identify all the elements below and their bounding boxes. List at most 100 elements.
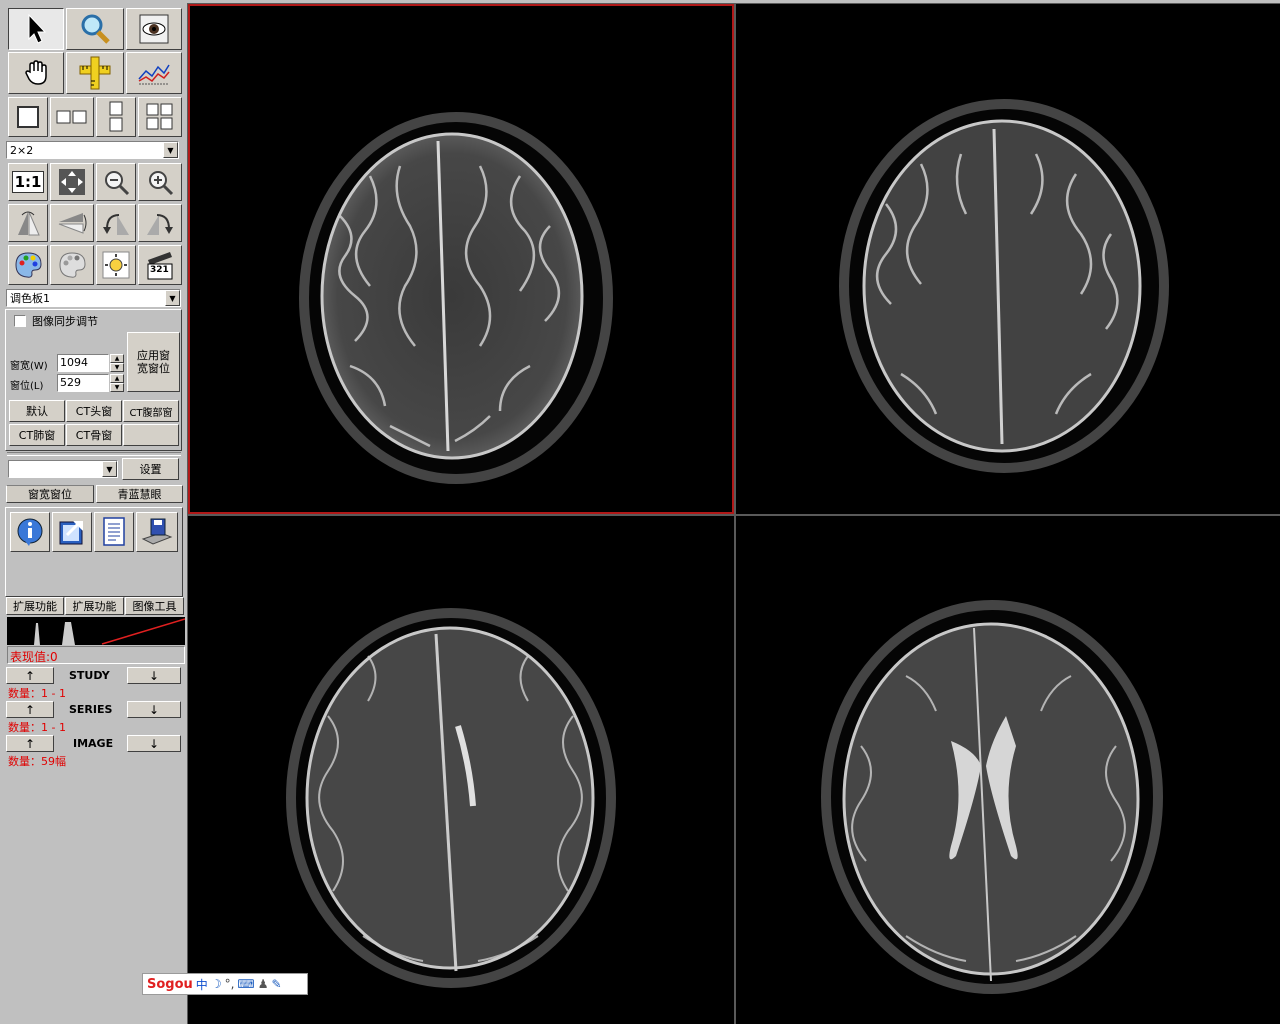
zoom-out-button[interactable] — [96, 163, 136, 201]
brightness-icon — [102, 251, 130, 279]
pan-tool-button[interactable] — [8, 52, 64, 94]
viewport-1[interactable] — [188, 4, 734, 514]
mri-slice-2 — [839, 99, 1169, 473]
mri-slice-4 — [821, 600, 1163, 994]
cine-play-button[interactable]: 321 — [138, 245, 182, 285]
zoom-out-icon — [105, 171, 130, 196]
user-icon[interactable]: ♟ — [258, 977, 269, 991]
wrench-icon[interactable]: ✎ — [272, 977, 282, 991]
palette-select-value: 调色板1 — [10, 292, 50, 305]
layout-select[interactable]: 2×2 ▼ — [6, 141, 179, 159]
document-icon — [103, 517, 125, 546]
ruler-tool-button[interactable] — [66, 52, 124, 94]
preset-ct-bone-button[interactable]: CT骨窗 — [66, 424, 122, 446]
flip-horizontal-icon — [18, 211, 40, 236]
palette-select[interactable]: 调色板1 ▼ — [6, 289, 181, 307]
study-prev-button[interactable]: ↑ — [6, 667, 54, 684]
series-prev-button[interactable]: ↑ — [6, 701, 54, 718]
tab-cyan-eye[interactable]: 青蓝慧眼 — [96, 485, 183, 503]
ime-mode[interactable]: 中 — [196, 976, 208, 993]
info-button[interactable] — [10, 512, 50, 552]
eye-tool-button[interactable] — [126, 8, 182, 50]
magnifier-tool-button[interactable] — [66, 8, 124, 50]
window-width-label: 窗宽(W) — [10, 361, 48, 372]
chevron-down-icon[interactable]: ▼ — [163, 142, 178, 158]
moon-icon[interactable]: ☽ — [211, 977, 222, 991]
export-button[interactable] — [52, 512, 92, 552]
image-viewer — [187, 3, 1280, 1024]
actual-size-button[interactable]: 1:1 — [8, 163, 48, 201]
gray-palette-button[interactable] — [50, 245, 94, 285]
layout-2x2-button[interactable] — [138, 97, 182, 137]
apply-window-level-button[interactable]: 应用窗 宽窗位 — [127, 332, 180, 392]
ime-toolbar[interactable]: Sogou 中 ☽ °, ⌨ ♟ ✎ — [142, 973, 308, 995]
rotate-left-icon — [103, 214, 129, 235]
save-disk-button[interactable] — [136, 512, 178, 552]
preset-select[interactable]: ▼ — [8, 460, 118, 478]
sync-checkbox[interactable] — [14, 315, 26, 327]
series-count: 数量：1 - 1 — [8, 721, 66, 734]
rotate-left-button[interactable] — [96, 204, 136, 242]
preset-ct-abdomen-button[interactable]: CT腹部窗 — [123, 400, 179, 422]
tab-extension-1[interactable]: 扩展功能 — [6, 597, 64, 615]
window-width-input[interactable]: 1094 — [57, 354, 109, 372]
tab-window-level[interactable]: 窗宽窗位 — [6, 485, 94, 503]
zoom-in-button[interactable] — [138, 163, 182, 201]
layout-1x2-button[interactable] — [50, 97, 94, 137]
flip-vertical-button[interactable] — [50, 204, 94, 242]
palette-color-icon — [15, 252, 42, 278]
mri-slice-3 — [286, 608, 616, 988]
keyboard-icon[interactable]: ⌨ — [237, 977, 254, 991]
info-icon — [17, 518, 43, 546]
tab-extension-2[interactable]: 扩展功能 — [65, 597, 124, 615]
settings-button[interactable]: 设置 — [122, 458, 179, 480]
image-next-button[interactable]: ↓ — [127, 735, 181, 752]
two-rows-icon — [109, 101, 123, 132]
preset-default-button[interactable]: 默认 — [9, 400, 65, 422]
pointer-tool-button[interactable] — [8, 8, 64, 50]
level-spin-down-icon[interactable]: ▼ — [110, 383, 124, 392]
study-label: STUDY — [69, 669, 110, 682]
line-chart-icon — [138, 64, 170, 85]
color-palette-button[interactable] — [8, 245, 48, 285]
study-next-button[interactable]: ↓ — [127, 667, 181, 684]
profile-chart-tool-button[interactable] — [126, 52, 182, 94]
chevron-down-icon[interactable]: ▼ — [102, 461, 117, 477]
ruler-icon — [79, 56, 111, 90]
preset-empty-button[interactable] — [123, 424, 179, 446]
tab-image-tools[interactable]: 图像工具 — [125, 597, 184, 615]
level-spin-up-icon[interactable]: ▲ — [110, 374, 124, 383]
window-level-input[interactable]: 529 — [57, 374, 109, 392]
grid-2x2-icon — [146, 103, 173, 130]
layout-1x1-button[interactable] — [8, 97, 48, 137]
preset-ct-head-button[interactable]: CT头窗 — [66, 400, 122, 422]
layout-2x1-button[interactable] — [96, 97, 136, 137]
viewport-2[interactable] — [736, 4, 1280, 514]
eye-icon — [139, 14, 169, 44]
single-pane-icon — [17, 106, 39, 128]
sidebar: 2×2 ▼ 1:1 321 调色板1 ▼ 图像同步调节 窗宽(W) 1094 ▲… — [0, 0, 187, 1024]
invert-button[interactable] — [96, 245, 136, 285]
mri-slice-1 — [299, 112, 613, 484]
width-spin-up-icon[interactable]: ▲ — [110, 354, 124, 363]
rotate-right-button[interactable] — [138, 204, 182, 242]
flip-horizontal-button[interactable] — [8, 204, 48, 242]
fit-to-window-button[interactable] — [50, 163, 94, 201]
two-columns-icon — [56, 110, 87, 124]
chevron-down-icon[interactable]: ▼ — [165, 290, 180, 306]
actual-size-icon: 1:1 — [11, 171, 45, 193]
zoom-in-icon — [149, 171, 174, 196]
arrow-up-icon: ↑ — [24, 668, 36, 683]
preset-ct-lung-button[interactable]: CT肺窗 — [9, 424, 65, 446]
punctuation-icon[interactable]: °, — [225, 977, 235, 991]
palette-gray-icon — [59, 252, 86, 278]
clapperboard-icon: 321 — [146, 250, 174, 280]
flip-vertical-icon — [58, 213, 87, 234]
hand-icon — [25, 60, 47, 85]
image-prev-button[interactable]: ↑ — [6, 735, 54, 752]
series-next-button[interactable]: ↓ — [127, 701, 181, 718]
viewport-4[interactable] — [736, 516, 1280, 1024]
viewport-3[interactable] — [188, 516, 734, 1024]
width-spin-down-icon[interactable]: ▼ — [110, 363, 124, 372]
report-button[interactable] — [94, 512, 134, 552]
